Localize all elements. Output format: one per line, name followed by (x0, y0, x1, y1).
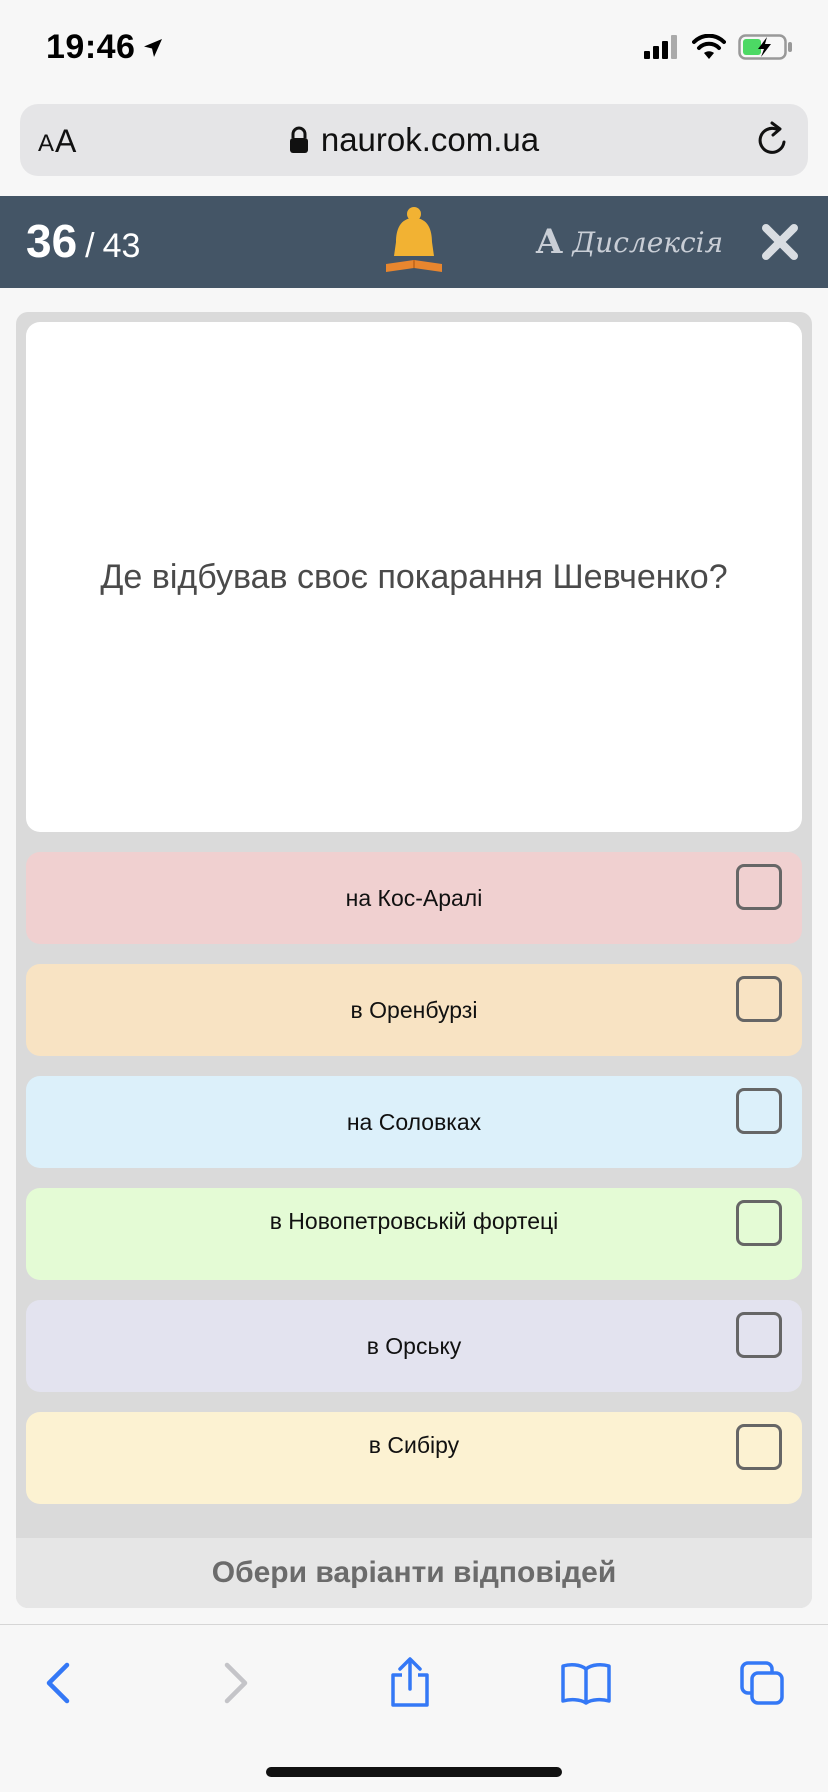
answer-checkbox[interactable] (736, 1312, 782, 1358)
browser-toolbar (0, 1624, 828, 1792)
answer-checkbox[interactable] (736, 1424, 782, 1470)
text-size-small-letter: A (38, 130, 55, 157)
forward-button[interactable] (206, 1653, 266, 1713)
answer-option-1[interactable]: на Кос-Аралі (26, 852, 802, 944)
quiz-header: 36 / 43 A Дислексія (0, 196, 828, 288)
answer-label: на Соловках (346, 1109, 482, 1135)
answer-checkbox[interactable] (736, 1088, 782, 1134)
answer-checkbox[interactable] (736, 864, 782, 910)
status-bar: 19:46 (0, 0, 828, 100)
wifi-icon (692, 34, 726, 59)
dyslexia-letter-icon: A (536, 222, 563, 262)
progress-total: 43 (102, 227, 141, 265)
reload-icon[interactable] (752, 120, 792, 160)
question-text: Де відбував своє покарання Шевченко? (100, 557, 728, 596)
dyslexia-label: Дислексія (572, 225, 724, 259)
text-size-large-letter: A (55, 123, 77, 159)
close-quiz-icon[interactable] (760, 222, 800, 262)
forward-icon (224, 1662, 248, 1704)
tabs-icon (740, 1661, 784, 1705)
status-icons (644, 34, 794, 60)
share-icon (391, 1657, 429, 1707)
answer-option-5[interactable]: в Орську (26, 1300, 802, 1392)
progress-current: 36 (26, 215, 78, 267)
question-card: Де відбував своє покарання Шевченко? (26, 322, 802, 832)
instruction-bar: Обери варіанти відповідей (16, 1538, 812, 1608)
location-arrow-icon (144, 38, 163, 57)
url-display: naurok.com.ua (20, 104, 808, 176)
naurok-bell-logo-icon (386, 207, 442, 272)
share-button[interactable] (380, 1653, 440, 1713)
instruction-text: Обери варіанти відповідей (211, 1556, 617, 1589)
battery-charging-icon (738, 34, 792, 60)
quiz-panel: Де відбував своє покарання Шевченко? на … (16, 312, 812, 1608)
answer-option-2[interactable]: в Оренбурзі (26, 964, 802, 1056)
answer-label: в Новопетровській фортеці (269, 1208, 559, 1234)
answer-option-4[interactable]: в Новопетровській фортеці (26, 1188, 802, 1280)
back-icon (46, 1662, 70, 1704)
status-time: 19:46 (46, 28, 136, 66)
text-size-button[interactable]: A A (38, 120, 76, 160)
answer-label: в Оренбурзі (350, 997, 478, 1023)
cellular-signal-icon (644, 35, 677, 59)
answer-option-6[interactable]: в Сибіру (26, 1412, 802, 1504)
url-text: naurok.com.ua (320, 121, 540, 158)
question-progress: 36 / 43 (26, 214, 140, 268)
tabs-button[interactable] (732, 1653, 792, 1713)
address-bar[interactable]: A A naurok.com.ua (20, 104, 808, 176)
bookmarks-button[interactable] (556, 1653, 616, 1713)
answer-label: на Кос-Аралі (345, 885, 483, 911)
dyslexia-mode-button[interactable]: A Дислексія (536, 218, 723, 266)
bookmarks-icon (561, 1663, 611, 1705)
answer-option-3[interactable]: на Соловках (26, 1076, 802, 1168)
home-indicator (266, 1767, 562, 1777)
answer-checkbox[interactable] (736, 976, 782, 1022)
status-time-group: 19:46 (46, 28, 165, 67)
answer-label: в Орську (366, 1333, 462, 1359)
back-button[interactable] (28, 1653, 88, 1713)
answer-label: в Сибіру (368, 1432, 460, 1458)
answer-checkbox[interactable] (736, 1200, 782, 1246)
lock-icon (289, 126, 308, 153)
progress-separator: / (85, 227, 95, 265)
